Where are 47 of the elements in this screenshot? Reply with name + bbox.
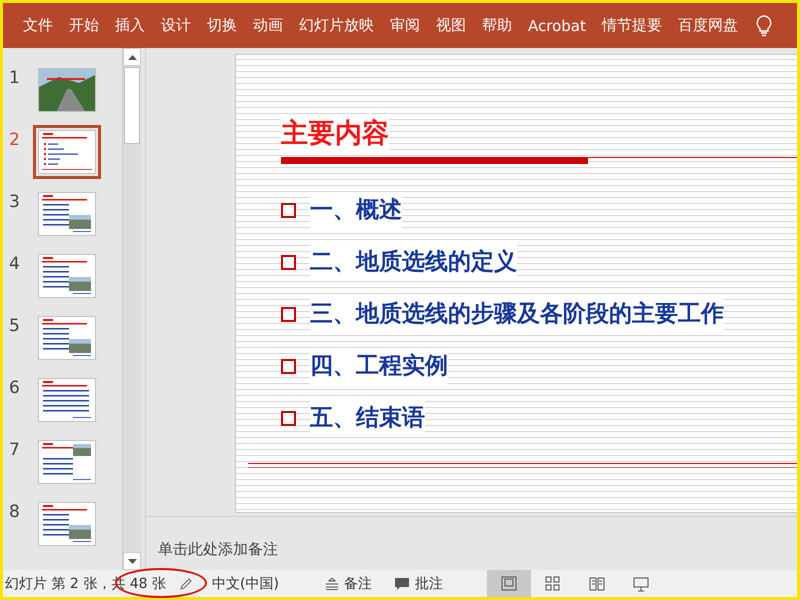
- scrollbar-thumb[interactable]: [124, 67, 140, 144]
- sorter-view-icon: [544, 575, 562, 592]
- square-bullet-icon: [281, 306, 296, 322]
- lightbulb-icon[interactable]: [756, 14, 772, 36]
- ribbon-tab[interactable]: 开始: [61, 12, 107, 39]
- normal-view-icon: [500, 575, 518, 592]
- ribbon-tab[interactable]: 设计: [153, 12, 199, 39]
- up-arrow-icon: [128, 54, 136, 60]
- ribbon-tab[interactable]: 情节提要: [594, 12, 670, 39]
- slide-number: 5: [8, 316, 21, 336]
- notes-button[interactable]: 备注: [320, 574, 376, 592]
- ribbon-tab[interactable]: 审阅: [382, 12, 428, 39]
- slide-number: 6: [8, 378, 21, 398]
- ribbon-tab[interactable]: 视图: [428, 12, 474, 39]
- scroll-up-button[interactable]: [123, 48, 141, 66]
- slide-thumbnail[interactable]: [33, 125, 101, 179]
- bullet-item: 三、地质选线的步骤及各阶段的主要工作: [310, 296, 724, 332]
- notes-icon: [324, 578, 339, 590]
- ribbon-tab[interactable]: 动画: [245, 12, 291, 39]
- slide-number: 1: [8, 68, 21, 88]
- slide-number: 3: [8, 192, 21, 212]
- comments-button[interactable]: 批注: [390, 574, 447, 592]
- square-bullet-icon: [281, 202, 296, 218]
- slide-number: 2: [8, 130, 21, 150]
- slide-title: 主要内容: [281, 117, 389, 151]
- square-bullet-icon: [281, 254, 296, 270]
- ribbon-tab[interactable]: Acrobat: [520, 12, 594, 38]
- comment-icon: [394, 576, 410, 590]
- ribbon-tab[interactable]: 幻灯片放映: [291, 12, 382, 39]
- edit-icon[interactable]: [180, 578, 192, 590]
- slide-number: 8: [8, 502, 21, 522]
- reading-view-icon: [588, 575, 606, 592]
- slideshow-view-icon: [632, 575, 650, 592]
- notes-placeholder[interactable]: 单击此处添加备注: [158, 540, 278, 558]
- scroll-down-button[interactable]: [123, 552, 141, 570]
- square-bullet-icon: [281, 358, 296, 374]
- slide-number: 4: [8, 254, 21, 274]
- language-button[interactable]: 中文(中国): [208, 574, 283, 592]
- ribbon-tab[interactable]: 切换: [199, 12, 245, 39]
- square-bullet-icon: [281, 410, 296, 426]
- down-arrow-icon: [128, 558, 136, 564]
- ribbon-tab[interactable]: 帮助: [474, 12, 520, 39]
- slide-number: 7: [8, 440, 21, 460]
- ribbon-tab[interactable]: 百度网盘: [670, 12, 746, 39]
- ribbon-tab[interactable]: 插入: [107, 12, 153, 39]
- ribbon-tab[interactable]: 文件: [15, 12, 61, 39]
- view-button[interactable]: [486, 570, 531, 597]
